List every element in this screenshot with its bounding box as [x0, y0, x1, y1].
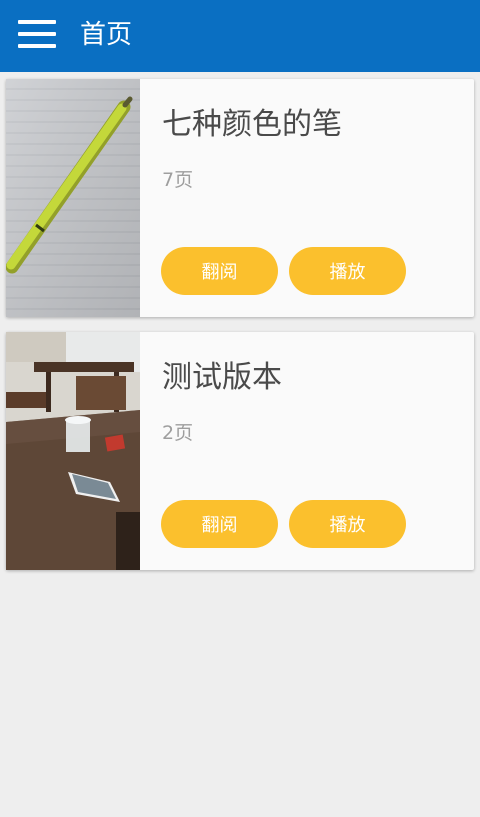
- book-thumbnail-image: [6, 79, 140, 317]
- read-button[interactable]: 翻阅: [161, 247, 278, 295]
- book-title: 七种颜色的笔: [162, 107, 342, 142]
- book-card[interactable]: 七种颜色的笔 7页 翻阅 播放: [6, 79, 474, 317]
- book-title: 测试版本: [162, 360, 282, 395]
- play-button[interactable]: 播放: [289, 247, 406, 295]
- book-thumbnail-image: [6, 332, 140, 570]
- read-button[interactable]: 翻阅: [161, 500, 278, 548]
- book-card[interactable]: 测试版本 2页 翻阅 播放: [6, 332, 474, 570]
- book-page-count: 2页: [162, 422, 194, 444]
- hamburger-menu-icon[interactable]: [18, 20, 56, 50]
- app-bar: 首页: [0, 0, 480, 72]
- book-page-count: 7页: [162, 169, 194, 191]
- play-button[interactable]: 播放: [289, 500, 406, 548]
- page-title: 首页: [80, 20, 133, 50]
